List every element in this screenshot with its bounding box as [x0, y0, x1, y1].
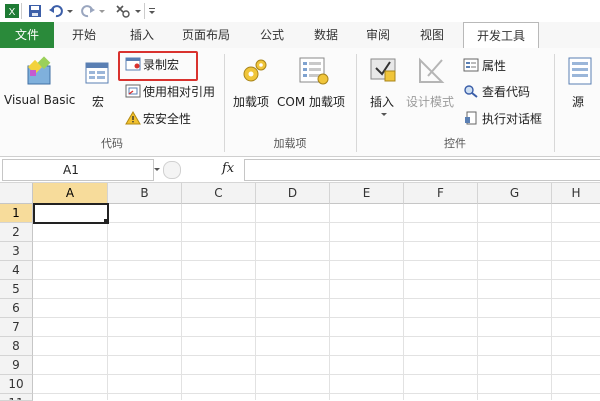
com-add-ins-icon [299, 57, 329, 85]
row-header[interactable]: 7 [0, 318, 33, 337]
properties-button[interactable]: 属性 [482, 57, 506, 74]
undo-icon[interactable] [48, 3, 64, 19]
column-header[interactable]: E [330, 183, 404, 204]
source-icon [568, 57, 592, 85]
fill-handle[interactable] [104, 219, 108, 223]
column-header[interactable]: D [256, 183, 330, 204]
group-label-add-ins: 加载项 [273, 137, 307, 150]
select-all-button[interactable] [0, 183, 33, 204]
record-macro-icon [125, 57, 141, 71]
group-label-code: 代码 [101, 137, 123, 150]
svg-text:X: X [9, 7, 16, 18]
row-header[interactable]: 4 [0, 261, 33, 280]
tab-developer[interactable]: 开发工具 [463, 22, 539, 50]
column-header[interactable]: H [552, 183, 600, 204]
add-ins-icon [243, 59, 267, 82]
macro-security-button[interactable]: 宏安全性 [143, 110, 191, 127]
ribbon: Visual Basic 宏 录制宏 使用相对引用 宏安全性 代码 加载项 CO… [0, 48, 600, 157]
record-macro-button[interactable]: 录制宏 [143, 56, 179, 73]
chevron-down-icon[interactable] [98, 3, 106, 19]
column-header[interactable]: A [33, 183, 108, 204]
com-add-ins-button[interactable]: COM 加载项 [277, 93, 345, 110]
view-code-icon [464, 85, 478, 98]
worksheet-grid[interactable]: A B C D E F G H 1 2 3 4 5 6 7 8 9 10 11 [0, 183, 600, 401]
tab-insert[interactable]: 插入 [120, 22, 164, 48]
properties-icon [463, 58, 479, 72]
qat-dropdown-icon[interactable] [148, 3, 156, 19]
add-ins-button[interactable]: 加载项 [233, 93, 269, 110]
tab-home[interactable]: 开始 [62, 22, 106, 48]
tab-file[interactable]: 文件 [0, 22, 54, 48]
visual-basic-button[interactable]: Visual Basic [4, 93, 75, 107]
chevron-down-icon[interactable] [66, 3, 74, 19]
group-label-controls: 控件 [444, 137, 466, 150]
column-header[interactable]: B [108, 183, 182, 204]
row-header[interactable]: 1 [0, 204, 33, 223]
expand-formula-icon[interactable] [163, 161, 181, 179]
design-mode-button[interactable]: 设计模式 [406, 93, 454, 110]
insert-controls-button[interactable]: 插入 [370, 93, 394, 110]
row-header[interactable]: 8 [0, 337, 33, 356]
column-header[interactable]: F [404, 183, 478, 204]
view-code-button[interactable]: 查看代码 [482, 83, 530, 100]
quick-access-toolbar: X [0, 0, 600, 22]
macros-icon [85, 62, 109, 84]
chevron-down-icon[interactable] [380, 112, 388, 118]
chevron-down-icon[interactable] [153, 167, 161, 173]
row-header[interactable]: 9 [0, 356, 33, 375]
row-header[interactable]: 3 [0, 242, 33, 261]
name-box[interactable]: A1 [2, 159, 160, 181]
relative-reference-button[interactable]: 使用相对引用 [143, 83, 215, 100]
design-mode-icon [419, 57, 445, 83]
row-header[interactable]: 10 [0, 375, 33, 394]
run-dialog-icon [465, 111, 477, 125]
row-header[interactable]: 6 [0, 299, 33, 318]
source-button[interactable]: 源 [572, 93, 584, 110]
save-icon[interactable] [27, 3, 43, 19]
group-divider [554, 54, 555, 152]
tab-review[interactable]: 审阅 [356, 22, 400, 48]
visual-basic-icon [27, 56, 51, 85]
tab-formulas[interactable]: 公式 [250, 22, 294, 48]
insert-function-button[interactable]: fx [222, 161, 234, 176]
formula-bar: A1 fx [0, 157, 600, 183]
row-header[interactable]: 5 [0, 280, 33, 299]
run-dialog-button[interactable]: 执行对话框 [482, 110, 542, 127]
warning-icon [125, 111, 141, 125]
column-header[interactable]: C [182, 183, 256, 204]
insert-controls-icon [370, 58, 396, 82]
name-box-value: A1 [63, 163, 79, 177]
formula-input[interactable] [244, 159, 600, 181]
column-header[interactable]: G [478, 183, 552, 204]
customize-tools-icon[interactable] [114, 3, 132, 19]
excel-logo-icon[interactable]: X [4, 3, 20, 19]
chevron-down-icon[interactable] [134, 3, 142, 19]
tab-data[interactable]: 数据 [304, 22, 348, 48]
tab-page-layout[interactable]: 页面布局 [174, 22, 238, 48]
ribbon-tab-strip: 文件 开始 插入 页面布局 公式 数据 审阅 视图 开发工具 [0, 22, 600, 50]
relative-reference-icon [125, 84, 141, 98]
macros-button[interactable]: 宏 [92, 93, 104, 110]
active-cell-a1[interactable] [33, 203, 109, 224]
redo-icon[interactable] [80, 3, 96, 19]
tab-view[interactable]: 视图 [410, 22, 454, 48]
row-header[interactable]: 2 [0, 223, 33, 242]
